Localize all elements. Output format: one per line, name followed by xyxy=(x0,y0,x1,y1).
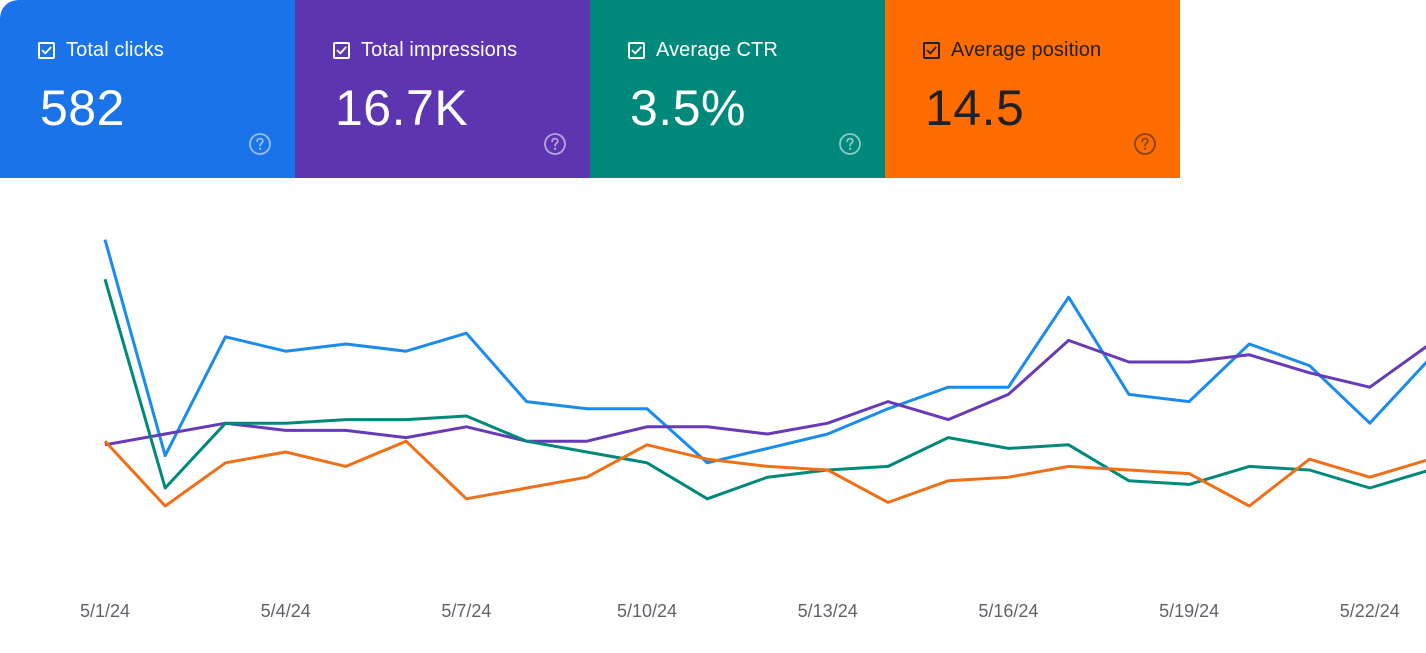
metric-value: 16.7K xyxy=(335,80,469,136)
help-circle-icon[interactable] xyxy=(1133,132,1157,156)
checkbox-checked-icon[interactable] xyxy=(333,41,350,59)
metric-card-header: Average position xyxy=(923,38,1101,62)
x-tick-label: 5/22/24 xyxy=(1340,601,1400,621)
x-tick-label: 5/7/24 xyxy=(441,601,491,621)
metric-card-header: Total impressions xyxy=(333,38,517,62)
metric-cards: Total clicks 582 Total impressions 16.7K Ave… xyxy=(0,0,1180,178)
metric-value: 582 xyxy=(40,80,125,136)
checkbox-checked-icon[interactable] xyxy=(923,41,940,59)
metric-card-average-position[interactable]: Average position 14.5 xyxy=(885,0,1180,178)
performance-line-chart: 5/1/24 5/4/24 5/7/24 5/10/24 5/13/24 5/16/24 5… xyxy=(80,239,1426,621)
help-circle-icon[interactable] xyxy=(248,132,272,156)
metric-label: Average position xyxy=(951,39,1102,61)
series-line-total-impressions xyxy=(104,338,1426,447)
metric-label: Total clicks xyxy=(66,39,164,61)
metric-label: Average CTR xyxy=(656,39,778,61)
metric-card-total-impressions[interactable]: Total impressions 16.7K xyxy=(295,0,590,178)
x-tick-label: 5/10/24 xyxy=(617,601,677,621)
metric-card-header: Total clicks xyxy=(38,38,164,62)
metric-card-header: Average CTR xyxy=(628,38,778,62)
checkbox-checked-icon[interactable] xyxy=(628,41,645,59)
x-tick-label: 5/1/24 xyxy=(80,601,130,621)
metric-label: Total impressions xyxy=(361,39,518,61)
x-tick-label: 5/4/24 xyxy=(261,601,311,621)
checkbox-checked-icon[interactable] xyxy=(38,41,55,59)
help-circle-icon[interactable] xyxy=(543,132,567,156)
metric-card-total-clicks[interactable]: Total clicks 582 xyxy=(0,0,295,178)
metric-value: 3.5% xyxy=(630,80,746,136)
metric-value: 14.5 xyxy=(925,80,1025,136)
x-tick-label: 5/16/24 xyxy=(978,601,1038,621)
x-tick-label: 5/13/24 xyxy=(798,601,858,621)
x-tick-label: 5/19/24 xyxy=(1159,601,1219,621)
help-circle-icon[interactable] xyxy=(838,132,862,156)
metric-card-average-ctr[interactable]: Average CTR 3.5% xyxy=(590,0,885,178)
performance-panel: Total clicks 582 Total impressions 16.7K Ave… xyxy=(0,0,1426,653)
